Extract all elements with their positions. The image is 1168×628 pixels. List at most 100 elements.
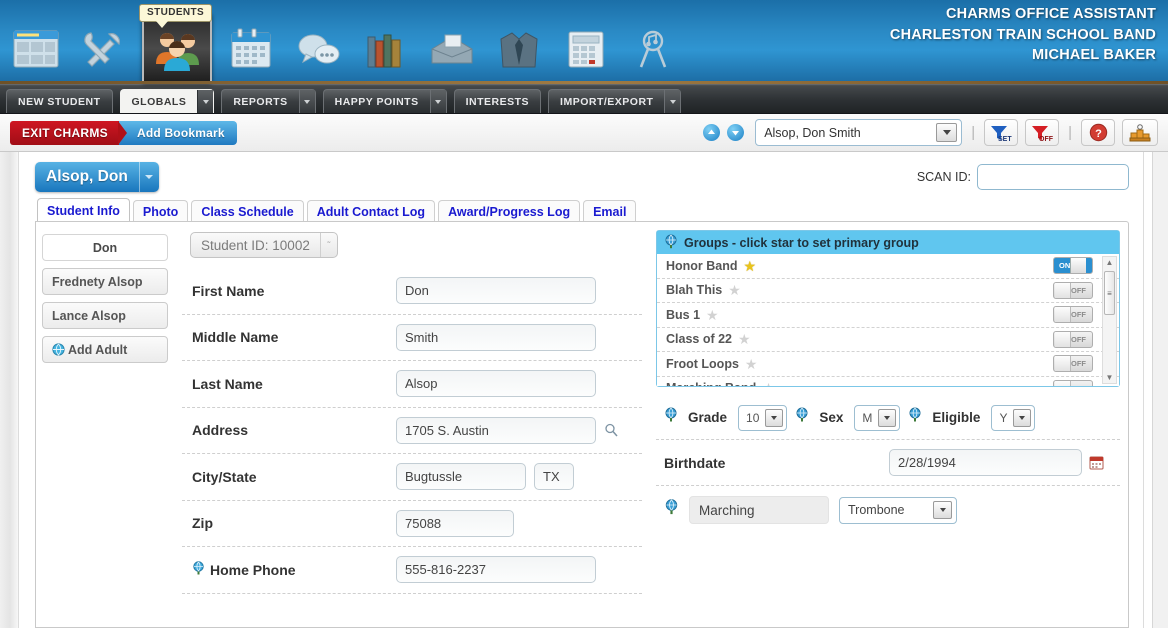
dashboard-icon[interactable]: [8, 20, 64, 78]
tools-icon[interactable]: [75, 20, 131, 78]
eligible-select[interactable]: Y: [991, 404, 1036, 431]
library-icon[interactable]: [357, 20, 413, 78]
middle-name-input[interactable]: Smith: [396, 323, 596, 351]
state-input[interactable]: TX: [534, 463, 574, 491]
toggle-knob: [1055, 282, 1071, 298]
next-student-icon[interactable]: [727, 124, 745, 141]
chevron-down-icon[interactable]: [765, 408, 784, 427]
scroll-down-icon[interactable]: ▼: [1106, 372, 1114, 383]
birthdate-row: Birthdate 2/28/1994: [656, 440, 1120, 486]
sex-select[interactable]: M: [854, 404, 901, 431]
add-adult-button[interactable]: Add Adult: [42, 336, 168, 363]
help-button[interactable]: ?: [1081, 119, 1115, 146]
address-input[interactable]: 1705 S. Austin: [396, 416, 596, 444]
tab-adult-contact-log[interactable]: Adult Contact Log: [306, 200, 436, 222]
group-toggle[interactable]: OFF: [1053, 281, 1093, 299]
menu-tab-label: HAPPY POINTS: [334, 95, 419, 108]
group-row-class-of-22[interactable]: Class of 22 ★ OFF: [657, 328, 1119, 352]
group-toggle[interactable]: OFF: [1053, 306, 1093, 324]
chevron-down-icon[interactable]: [1013, 408, 1032, 427]
tab-photo[interactable]: Photo: [132, 200, 189, 222]
chevron-down-icon[interactable]: [138, 162, 159, 192]
finances-icon[interactable]: [558, 20, 614, 78]
grade-value: 10: [746, 410, 760, 425]
page-body: Alsop, Don SCAN ID: Student Info Photo C…: [0, 152, 1168, 628]
chevron-down-icon[interactable]: [429, 90, 446, 113]
adult-item-don[interactable]: Don: [42, 234, 168, 261]
inventory-icon[interactable]: [424, 20, 480, 78]
city-input[interactable]: Bugtussle: [396, 463, 526, 491]
menu-tab-new-student[interactable]: NEW STUDENT: [6, 89, 113, 113]
student-name-badge[interactable]: Alsop, Don: [35, 162, 159, 192]
chevron-down-icon[interactable]: [878, 408, 897, 427]
groups-scrollbar[interactable]: ▲ ▼ ≡: [1102, 256, 1117, 384]
group-name: Honor Band: [666, 258, 738, 273]
chevron-down-icon[interactable]: [664, 90, 681, 113]
podium-button[interactable]: [1122, 119, 1158, 146]
student-select-dropdown[interactable]: Alsop, Don Smith: [755, 119, 963, 146]
menu-tab-globals[interactable]: GLOBALS: [119, 89, 215, 113]
star-icon[interactable]: ★: [745, 357, 758, 371]
tab-student-info[interactable]: Student Info: [37, 198, 130, 222]
messages-icon[interactable]: [290, 20, 346, 78]
scrollbar-thumb[interactable]: ≡: [1104, 271, 1115, 315]
group-row-honor-band[interactable]: Honor Band ★ ON: [657, 254, 1119, 279]
magnifier-icon[interactable]: [604, 423, 619, 438]
calendar-picker-icon[interactable]: [1089, 455, 1104, 470]
star-icon[interactable]: ★: [762, 381, 775, 386]
adult-item-lance-alsop[interactable]: Lance Alsop: [42, 302, 168, 329]
field-row-last-name: Last Name Alsop: [182, 361, 642, 408]
recordings-icon[interactable]: [625, 20, 681, 78]
star-icon[interactable]: ★: [706, 308, 719, 322]
nav-icon-bar: [8, 14, 681, 84]
add-adult-label: Add Adult: [68, 342, 128, 357]
tab-email[interactable]: Email: [583, 200, 637, 222]
add-bookmark-button[interactable]: Add Bookmark: [117, 120, 237, 145]
globe-icon: [908, 407, 922, 428]
menu-tab-reports[interactable]: REPORTS: [221, 89, 316, 113]
page-content: Alsop, Don SCAN ID: Student Info Photo C…: [18, 152, 1144, 628]
group-toggle[interactable]: OFF: [1053, 355, 1093, 373]
tab-class-schedule[interactable]: Class Schedule: [191, 200, 304, 222]
student-id-button[interactable]: Student ID: 10002 ˜: [190, 232, 338, 258]
star-icon[interactable]: ★: [728, 283, 741, 297]
chevron-down-icon[interactable]: [197, 90, 214, 113]
uniforms-icon[interactable]: [491, 20, 547, 78]
scroll-up-icon[interactable]: ▲: [1106, 257, 1114, 268]
previous-student-icon[interactable]: [703, 124, 721, 141]
group-toggle[interactable]: OFF: [1053, 379, 1093, 386]
group-row-bus-1[interactable]: Bus 1 ★ OFF: [657, 303, 1119, 328]
calendar-icon[interactable]: [223, 20, 279, 78]
adult-item-frednety-alsop[interactable]: Frednety Alsop: [42, 268, 168, 295]
chevron-down-icon[interactable]: ˜: [319, 233, 337, 257]
student-tab-bar: Student Info Photo Class Schedule Adult …: [35, 198, 1129, 222]
instrument-value: Trombone: [848, 503, 905, 517]
chevron-down-icon[interactable]: [933, 501, 952, 519]
star-icon[interactable]: ★: [738, 332, 751, 346]
instrument-select[interactable]: Trombone: [839, 496, 957, 524]
students-icon[interactable]: [142, 14, 212, 84]
group-row-froot-loops[interactable]: Froot Loops ★ OFF: [657, 352, 1119, 377]
group-row-marching-band[interactable]: Marching Band ★ OFF: [657, 377, 1119, 386]
tab-award-progress-log[interactable]: Award/Progress Log: [438, 200, 581, 222]
group-toggle[interactable]: OFF: [1053, 330, 1093, 348]
filter-set-button[interactable]: SET: [984, 119, 1019, 146]
menu-tab-happy-points[interactable]: HAPPY POINTS: [322, 89, 447, 113]
last-name-input[interactable]: Alsop: [396, 370, 596, 398]
first-name-input[interactable]: Don: [396, 277, 596, 305]
page-scrollbar[interactable]: [1152, 152, 1168, 628]
chevron-down-icon[interactable]: [936, 123, 958, 142]
grade-select[interactable]: 10: [738, 404, 788, 431]
zip-input[interactable]: 75088: [396, 509, 514, 537]
birthdate-input[interactable]: 2/28/1994: [889, 449, 1082, 476]
star-icon[interactable]: ★: [744, 259, 757, 273]
scan-id-input[interactable]: [977, 164, 1129, 190]
exit-charms-button[interactable]: EXIT CHARMS: [10, 120, 120, 145]
filter-off-button[interactable]: OFF: [1025, 119, 1060, 146]
group-toggle[interactable]: ON: [1053, 257, 1093, 275]
home-phone-input[interactable]: 555-816-2237: [396, 556, 596, 584]
menu-tab-interests[interactable]: INTERESTS: [453, 89, 542, 113]
group-row-blah-this[interactable]: Blah This ★ OFF: [657, 279, 1119, 303]
chevron-down-icon[interactable]: [298, 90, 315, 113]
menu-tab-import-export[interactable]: IMPORT/EXPORT: [548, 89, 682, 113]
